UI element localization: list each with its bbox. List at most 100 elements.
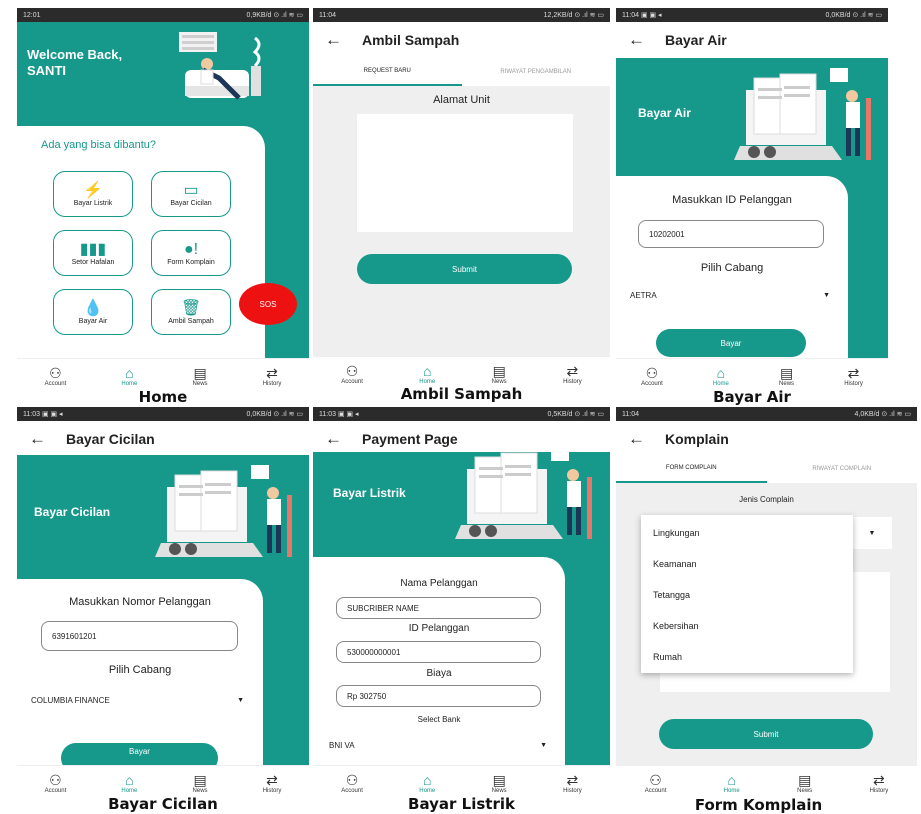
swap-arrows-icon: ⇄ — [566, 772, 579, 788]
submit-button[interactable]: Submit — [659, 719, 873, 749]
newspaper-icon: ▤ — [492, 772, 506, 788]
status-indicators: 0,0KB/d ⊙ .ıl ≋ ▭ — [246, 411, 303, 418]
nav-history[interactable]: ⇄ History — [263, 365, 282, 387]
house-icon: ⌂ — [423, 772, 432, 788]
ambil-sampah-tile[interactable]: 🗑 Ambil Sampah — [151, 289, 231, 335]
nav-news[interactable]: ▤ News — [193, 772, 208, 794]
nav-history[interactable]: ⇄ History — [870, 772, 889, 794]
status-bar: 12:01 0,9KB/d ⊙ .ıl ≋ ▭ — [17, 8, 309, 22]
cabang-value: AETRA — [630, 291, 657, 300]
pilih-cabang-label: Pilih Cabang — [700, 262, 764, 274]
panel-komplain: 11:04 4,0KB/d ⊙ .ıl ≋ ▭ ← Komplain FORM … — [616, 407, 917, 799]
form-komplain-tile[interactable]: ●! Form Komplain — [151, 230, 231, 276]
caption-bayar-air: Bayar Air — [713, 388, 791, 406]
caret-down-icon: ▼ — [823, 292, 830, 299]
nomor-pelanggan-input[interactable]: 6391601201 — [41, 621, 238, 651]
nav-news[interactable]: ▤ News — [492, 772, 507, 794]
jenis-complain-label: Jenis Complain — [739, 495, 794, 504]
help-question: Ada yang bisa dibantu? — [41, 139, 156, 151]
house-icon: ⌂ — [727, 772, 736, 788]
arrow-left-icon[interactable]: ← — [29, 429, 46, 449]
nav-history[interactable]: ⇄ History — [844, 365, 863, 387]
bank-select[interactable]: BNI VA ▼ — [329, 741, 547, 750]
nav-history[interactable]: ⇄ History — [563, 772, 582, 794]
sos-button[interactable]: SOS — [239, 283, 297, 325]
tab-riwayat-complain[interactable]: RIWAYAT COMPLAIN — [767, 455, 918, 483]
panel-ambil-sampah: 11:04 12,2KB/d ⊙ .ıl ≋ ▭ ← Ambil Sampah … — [313, 8, 610, 388]
arrow-left-icon[interactable]: ← — [325, 429, 342, 449]
alamat-unit-textarea[interactable] — [357, 114, 573, 232]
bayar-listrik-tile[interactable]: ⚡ Bayar Listrik — [53, 171, 133, 217]
nav-account[interactable]: ⚇ Account — [645, 772, 667, 794]
laptop-documents-illustration — [734, 68, 871, 160]
bayar-button[interactable]: Bayar — [656, 329, 806, 357]
status-indicators: 0,5KB/d ⊙ .ıl ≋ ▭ — [547, 411, 604, 418]
newspaper-icon: ▤ — [193, 365, 207, 381]
nav-news[interactable]: ▤ News — [779, 365, 794, 387]
welcome-text: Welcome Back, — [27, 47, 123, 62]
nav-account[interactable]: ⚇ Account — [45, 365, 67, 387]
id-pelanggan-input[interactable]: 530000000001 — [336, 641, 541, 663]
status-bar: 11:04 ▣ ▣ ◂ 0,0KB/d ⊙ .ıl ≋ ▭ — [616, 8, 888, 22]
person-icon: ⚇ — [49, 772, 62, 788]
nav-history[interactable]: ⇄ History — [263, 772, 282, 794]
tile-label: Ambil Sampah — [168, 317, 214, 325]
status-time: 11:03 ▣ ▣ ◂ — [23, 411, 63, 418]
nama-pelanggan-input[interactable]: SUBCRIBER NAME — [336, 597, 541, 619]
nav-account[interactable]: ⚇ Account — [341, 772, 363, 794]
nav-home[interactable]: ⌂ Home — [419, 363, 435, 385]
nav-news[interactable]: ▤ News — [193, 365, 208, 387]
dropdown-option[interactable]: Kebersihan — [653, 621, 699, 631]
nav-home[interactable]: ⌂ Home — [713, 365, 729, 387]
swap-arrows-icon: ⇄ — [266, 365, 278, 381]
jenis-complain-select[interactable]: ▼ — [852, 517, 892, 549]
status-bar: 11:04 12,2KB/d ⊙ .ıl ≋ ▭ — [313, 8, 610, 22]
bottom-nav: ⚇ Account ⌂ Home ▤ News ⇄ History — [313, 765, 610, 797]
submit-button[interactable]: Submit — [357, 254, 572, 284]
caret-down-icon: ▼ — [868, 529, 876, 537]
tile-label: Form Komplain — [167, 258, 215, 266]
page-title: Payment Page — [362, 431, 458, 447]
banner-title: Bayar Listrik — [333, 486, 406, 500]
bayar-cicilan-tile[interactable]: ▭ Bayar Cicilan — [151, 171, 231, 217]
nav-news[interactable]: ▤ News — [492, 363, 507, 385]
cabang-select[interactable]: AETRA ▼ — [630, 291, 830, 300]
caret-down-icon: ▼ — [540, 742, 547, 749]
bayar-air-tile[interactable]: 💧 Bayar Air — [53, 289, 133, 335]
dropdown-option[interactable]: Rumah — [653, 652, 682, 662]
pilih-cabang-label: Pilih Cabang — [108, 664, 172, 676]
bank-value: BNI VA — [329, 741, 355, 750]
nav-news[interactable]: ▤ News — [797, 772, 812, 794]
cabang-select[interactable]: COLUMBIA FINANCE ▼ — [31, 696, 244, 705]
tab-request-baru[interactable]: REQUEST BARU — [313, 58, 462, 86]
bottom-nav: ⚇ Account ⌂ Home ▤ News ⇄ History — [616, 765, 917, 799]
complaint-type-dropdown: Lingkungan Keamanan Tetangga Kebersihan … — [641, 515, 853, 673]
setor-hafalan-tile[interactable]: ▮▮▮ Setor Hafalan — [53, 230, 133, 276]
nama-pelanggan-label: Nama Pelanggan — [400, 578, 478, 589]
nav-home[interactable]: ⌂ Home — [419, 772, 435, 794]
tab-bar: REQUEST BARU RIWAYAT PENGAMBILAN — [313, 58, 610, 86]
dropdown-option[interactable]: Lingkungan — [653, 528, 700, 538]
tab-riwayat-pengambilan[interactable]: RIWAYAT PENGAMBILAN — [462, 58, 611, 86]
laptop-documents-illustration — [455, 447, 592, 539]
arrow-left-icon[interactable]: ← — [628, 30, 645, 50]
nav-home[interactable]: ⌂ Home — [724, 772, 740, 794]
nav-account[interactable]: ⚇ Account — [641, 365, 663, 387]
nav-account[interactable]: ⚇ Account — [45, 772, 67, 794]
tile-label: Bayar Air — [78, 317, 108, 325]
id-pelanggan-label: Masukkan ID Pelanggan — [672, 194, 792, 206]
arrow-left-icon[interactable]: ← — [628, 429, 645, 449]
nav-home[interactable]: ⌂ Home — [121, 772, 137, 794]
dropdown-option[interactable]: Keamanan — [653, 559, 697, 569]
panel-bayar-cicilan: 11:03 ▣ ▣ ◂ 0,0KB/d ⊙ .ıl ≋ ▭ ← Bayar Ci… — [17, 407, 309, 799]
arrow-left-icon[interactable]: ← — [325, 30, 342, 50]
nav-account[interactable]: ⚇ Account — [341, 363, 363, 385]
id-pelanggan-input[interactable]: 10202001 — [638, 220, 824, 248]
tab-bar: FORM COMPLAIN RIWAYAT COMPLAIN — [616, 455, 917, 483]
tab-form-complain[interactable]: FORM COMPLAIN — [616, 455, 767, 483]
nav-home[interactable]: ⌂ Home — [121, 365, 137, 387]
biaya-input[interactable]: Rp 302750 — [336, 685, 541, 707]
nav-history[interactable]: ⇄ History — [563, 363, 582, 385]
person-icon: ⚇ — [345, 363, 359, 379]
dropdown-option[interactable]: Tetangga — [653, 590, 690, 600]
